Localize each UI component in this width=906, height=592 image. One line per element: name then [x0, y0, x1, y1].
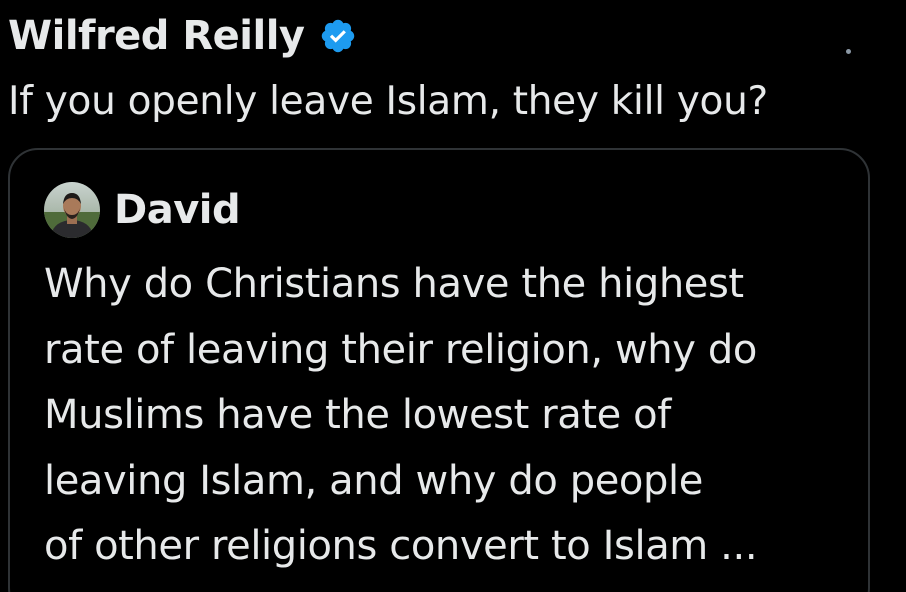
quoted-text-line: of other religions convert to Islam ...	[44, 523, 758, 569]
quoted-tweet-card[interactable]: David Why do Christians have the highest…	[8, 148, 870, 592]
quoted-text-line: rate of leaving their religion, why do	[44, 326, 757, 373]
tweet-author-row: Wilfred Reilly	[8, 8, 357, 64]
quoted-text-line: Muslims have the lowest rate of	[44, 392, 671, 438]
tweet[interactable]: Wilfred Reilly If you openly leave Islam…	[0, 0, 906, 592]
tweet-text: If you openly leave Islam, they kill you…	[8, 79, 768, 124]
quoted-author-name[interactable]: David	[114, 187, 241, 233]
quoted-text-line: leaving Islam, and why do people	[44, 457, 703, 504]
verified-badge-icon[interactable]	[319, 17, 357, 55]
quoted-tweet-text: Why do Christians have the highest rate …	[44, 252, 854, 580]
quoted-tweet-author-row: David	[44, 180, 241, 240]
author-name[interactable]: Wilfred Reilly	[8, 8, 305, 64]
avatar[interactable]	[44, 182, 100, 238]
separator-dot-icon	[846, 49, 851, 54]
quoted-text-line: Why do Christians have the highest	[44, 261, 744, 307]
